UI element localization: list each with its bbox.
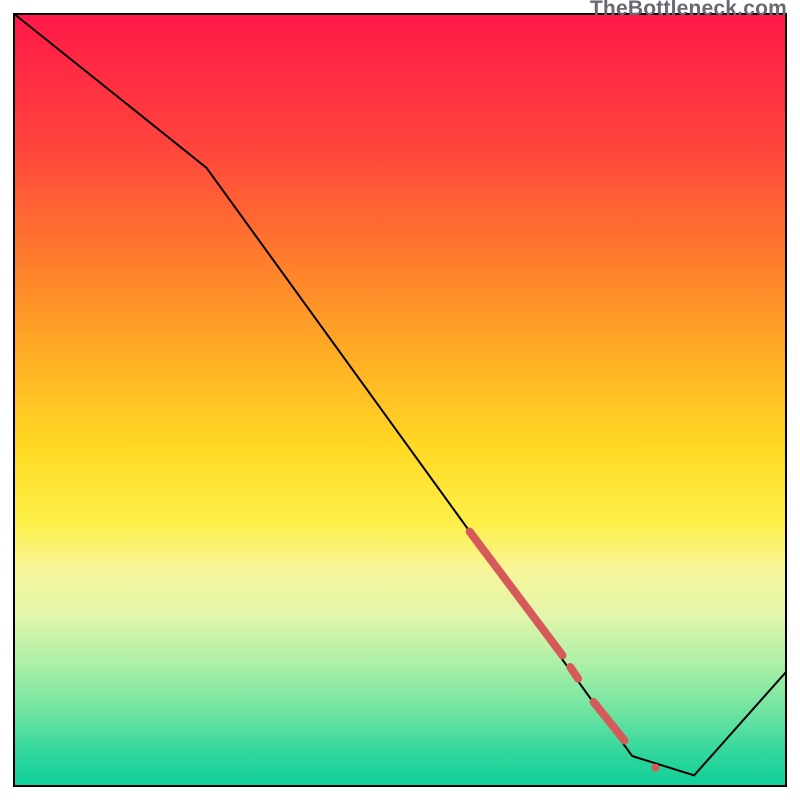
chart-container: TheBottleneck.com — [0, 0, 800, 800]
plot-area — [13, 13, 787, 787]
watermark-label: TheBottleneck.com — [590, 0, 787, 21]
